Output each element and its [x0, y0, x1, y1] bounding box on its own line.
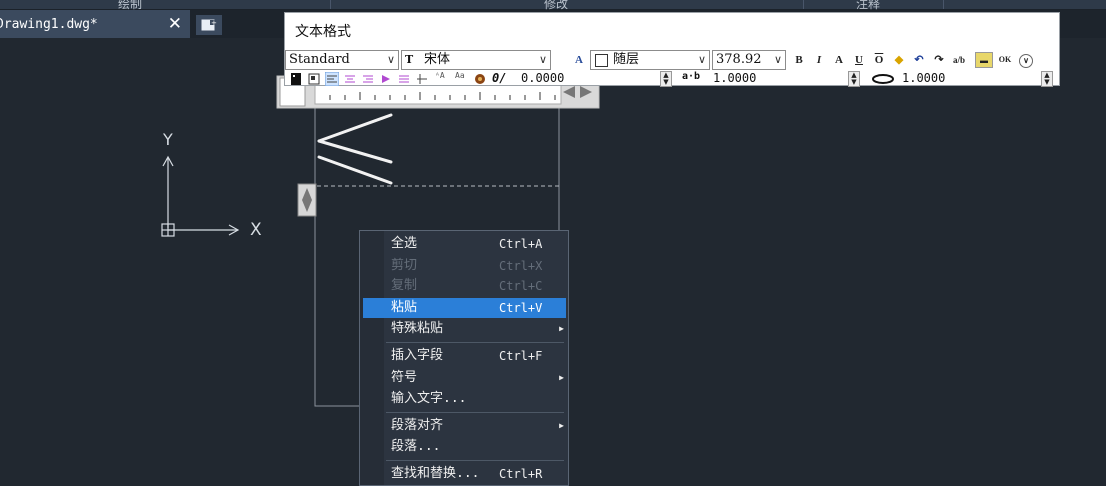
menu-separator: [386, 342, 564, 343]
menu-item-paragraph[interactable]: 段落...: [363, 437, 566, 457]
text-style-select[interactable]: Standard ∨: [285, 50, 399, 70]
width-factor-value[interactable]: 1.0000: [902, 71, 945, 85]
overline-button[interactable]: O: [871, 52, 887, 68]
menu-item-paste[interactable]: 粘贴 Ctrl+V: [363, 298, 566, 318]
ruler-toggle-button[interactable]: ▬: [975, 52, 993, 68]
ok-button[interactable]: OK: [997, 52, 1013, 68]
context-menu: 全选 Ctrl+A 剪切 Ctrl+X 复制 Ctrl+C 粘贴 Ctrl+V …: [359, 230, 569, 486]
align-left-icon[interactable]: [325, 72, 339, 86]
strikethrough-button[interactable]: A: [831, 52, 847, 68]
ucs-icon: [161, 155, 240, 237]
distribute-icon[interactable]: [397, 72, 411, 86]
bold-button[interactable]: B: [791, 52, 807, 68]
uppercase-icon[interactable]: ᴬA: [435, 71, 445, 80]
width-factor-icon: [872, 74, 894, 84]
menu-separator: [386, 412, 564, 413]
chevron-down-icon[interactable]: ∨: [698, 51, 706, 69]
submenu-arrow-icon: ▶: [559, 324, 564, 333]
menu-item-paste-special[interactable]: 特殊粘贴 ▶: [363, 319, 566, 339]
column-icon[interactable]: [289, 72, 303, 86]
toolbar-title: 文本格式: [295, 24, 351, 40]
submenu-arrow-icon: ▶: [559, 421, 564, 430]
text-format-toolbar: 文本格式 Standard ∨ T 宋体 ∨ A 随层 ∨ 378.92 ∨ B…: [284, 12, 1060, 87]
toolbar-row-2: ᴬA Aa 0/ 0.0000 ▲ ▼ a·b 1.0000 ▲ ▼ 1.0000 …: [285, 71, 1059, 87]
chevron-down-icon[interactable]: ∨: [774, 51, 782, 69]
menu-item-find-replace[interactable]: 查找和替换... Ctrl+R: [363, 464, 566, 484]
highlight-icon[interactable]: ◆: [891, 52, 907, 68]
width-factor-spinner[interactable]: ▲ ▼: [1041, 71, 1053, 87]
chevron-down-icon[interactable]: ∨: [387, 51, 395, 69]
menu-item-paragraph-alignment[interactable]: 段落对齐 ▶: [363, 416, 566, 436]
drawn-lines: [317, 113, 393, 185]
undo-icon[interactable]: ↶: [911, 52, 927, 68]
oblique-angle-value[interactable]: 0.0000: [521, 71, 564, 85]
font-select[interactable]: T 宋体 ∨: [401, 50, 551, 70]
menu-item-symbol[interactable]: 符号 ▶: [363, 368, 566, 388]
annotative-icon[interactable]: A: [571, 52, 587, 68]
toolbar-row-1: Standard ∨ T 宋体 ∨ A 随层 ∨ 378.92 ∨ B I A …: [285, 50, 1059, 72]
align-right-icon[interactable]: [361, 72, 375, 86]
text-style-value: Standard: [289, 52, 350, 67]
menu-separator: [386, 460, 564, 461]
tracking-icon: a·b: [682, 71, 701, 82]
oblique-spinner[interactable]: ▲ ▼: [660, 71, 672, 87]
color-select[interactable]: 随层 ∨: [590, 50, 710, 70]
redo-icon[interactable]: ↷: [931, 52, 947, 68]
tracking-value[interactable]: 1.0000: [713, 71, 756, 85]
ucs-y-label: Y: [163, 130, 173, 149]
italic-button[interactable]: I: [811, 52, 827, 68]
tracking-spinner[interactable]: ▲ ▼: [848, 71, 860, 87]
symbol-icon[interactable]: [473, 72, 487, 86]
text-height-value: 378.92: [716, 52, 762, 67]
submenu-arrow-icon: ▶: [559, 373, 564, 382]
menu-item-insert-field[interactable]: 插入字段 Ctrl+F: [363, 346, 566, 366]
menu-item-select-all[interactable]: 全选 Ctrl+A: [363, 234, 566, 254]
oblique-angle-icon: 0/: [492, 71, 507, 85]
color-value: 随层: [613, 52, 640, 67]
truetype-font-icon: T: [405, 53, 414, 66]
ucs-x-label: X: [250, 220, 262, 240]
menu-item-cut[interactable]: 剪切 Ctrl+X: [363, 256, 566, 276]
align-center-icon[interactable]: [343, 72, 357, 86]
numbering-icon[interactable]: [415, 72, 429, 86]
justify-icon[interactable]: [379, 72, 393, 86]
options-chevron-icon[interactable]: ∨: [1019, 54, 1033, 68]
underline-button[interactable]: U: [851, 52, 867, 68]
font-value: 宋体: [424, 52, 451, 67]
stack-icon[interactable]: a/b: [951, 52, 967, 68]
text-height-select[interactable]: 378.92 ∨: [712, 50, 786, 70]
menu-item-copy[interactable]: 复制 Ctrl+C: [363, 276, 566, 296]
chevron-down-icon[interactable]: ∨: [539, 51, 547, 69]
mtext-justify-icon[interactable]: [307, 72, 321, 86]
lowercase-icon[interactable]: Aa: [455, 71, 465, 80]
color-swatch: [595, 54, 608, 67]
menu-item-import-text[interactable]: 输入文字...: [363, 389, 566, 409]
